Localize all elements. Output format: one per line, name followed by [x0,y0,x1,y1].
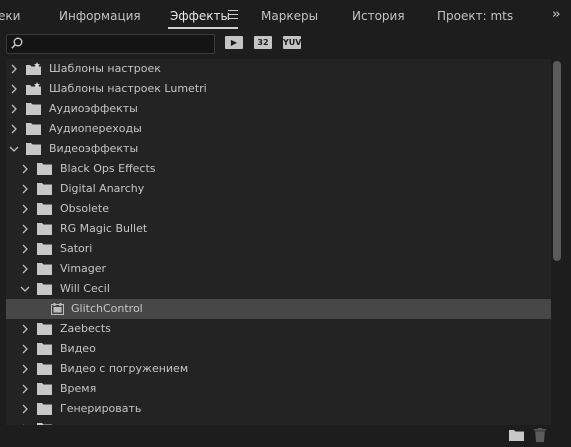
chevron-right-icon[interactable] [9,79,21,99]
tab-libraries-truncated[interactable]: еки [0,9,20,23]
tree-row-label: Zaebects [60,322,111,335]
panel-menu-icon[interactable] [228,10,238,20]
tree-row-will-cecil[interactable]: Will Cecil [6,279,551,299]
folder-icon [37,282,52,295]
tree-row-zaebects[interactable]: Zaebects [6,319,551,339]
yuv-label: YUV [283,38,302,47]
folder-icon [37,242,52,255]
preset-bin-icon [26,62,41,75]
folder-icon [37,262,52,275]
folder-icon [26,142,41,155]
tree-row-label: Шаблоны настроек Lumetri [49,82,207,95]
tree-row-label: Аудиоэффекты [49,102,138,115]
folder-icon [37,382,52,395]
tree-row-label: Black Ops Effects [60,162,156,175]
chevron-right-icon[interactable] [20,259,32,279]
panel-footer [0,425,571,447]
tree-row-label: Obsolete [60,202,110,215]
tree-row-время[interactable]: Время [6,379,551,399]
folder-icon [37,202,52,215]
tree-row-label: Видео [60,342,96,355]
32-bit-icon[interactable]: 32 [254,36,272,49]
chevron-right-icon[interactable] [20,319,32,339]
search-field[interactable] [6,34,215,54]
tab-history[interactable]: История [352,9,405,23]
chevron-down-icon[interactable] [9,139,21,159]
tree-row-vimager[interactable]: Vimager [6,259,551,279]
folder-icon [37,162,52,175]
folder-icon [37,362,52,375]
active-tab-underline [168,27,238,29]
chevron-right-icon[interactable] [20,359,32,379]
tab-project[interactable]: Проект: mts [437,9,513,23]
tree-row-шаблоны-настроек-lumetri[interactable]: Шаблоны настроек Lumetri [6,79,551,99]
folder-icon [37,222,52,235]
effect-icon [51,302,66,315]
chevron-right-icon[interactable] [20,399,32,419]
folder-icon [37,322,52,335]
search-input[interactable] [25,35,210,53]
tree-row-label: Шаблоны настроек [49,62,161,75]
tab-info[interactable]: Информация [59,9,141,23]
chevron-right-icon[interactable] [9,59,21,79]
folder-icon [26,102,41,115]
tree-row-satori[interactable]: Satori [6,239,551,259]
folder-icon [37,182,52,195]
chevron-right-icon[interactable] [9,119,21,139]
tree-row-label: Генерировать [60,402,142,415]
chevron-right-icon[interactable] [20,219,32,239]
chevron-right-icon[interactable] [20,179,32,199]
tree-row-видео[interactable]: Видео [6,339,551,359]
new-bin-icon[interactable] [509,429,524,441]
tree-row-label: Время [60,382,97,395]
tab-markers[interactable]: Маркеры [261,9,318,23]
tree-row-label: Видеоэффекты [49,142,139,155]
tree-row-label: Vimager [60,262,107,275]
folder-icon [26,122,41,135]
chevron-right-icon[interactable] [9,99,21,119]
tree-row-label: Will Cecil [60,282,110,295]
effects-panel: еки Информация Эффекты Маркеры История П… [0,0,571,447]
tree-row-видеоэффекты[interactable]: Видеоэффекты [6,139,551,159]
tab-effects[interactable]: Эффекты [170,9,230,23]
tree-row-obsolete[interactable]: Obsolete [6,199,551,219]
yuv-icon[interactable]: YUV [283,36,301,49]
chevron-right-icon[interactable] [20,339,32,359]
tree-row-аудиопереходы[interactable]: Аудиопереходы [6,119,551,139]
tree-row-glitchcontrol[interactable]: GlitchControl [6,299,551,319]
folder-icon [37,342,52,355]
tree-row-rg-magic-bullet[interactable]: RG Magic Bullet [6,219,551,239]
tree-row-digital-anarchy[interactable]: Digital Anarchy [6,179,551,199]
tree-row-label: Аудиопереходы [49,122,142,135]
chevron-right-icon[interactable] [20,159,32,179]
chevron-right-icon[interactable] [20,239,32,259]
search-icon [11,37,23,49]
preset-bin-icon [26,82,41,95]
tree-row-label: RG Magic Bullet [60,222,148,235]
tree-row-label: Видео с погружением [60,362,189,375]
accelerated-effects-icon[interactable]: ▶ [225,36,243,49]
effects-tree: Шаблоны настроек Шаблоны настроек Lumetri… [6,59,551,425]
chevron-right-icon[interactable] [20,199,32,219]
tree-row-label: Digital Anarchy [60,182,145,195]
trash-icon[interactable] [534,428,546,442]
tree-row-black-ops-effects[interactable]: Black Ops Effects [6,159,551,179]
tree-row-шаблоны-настроек[interactable]: Шаблоны настроек [6,59,551,79]
scrollbar-thumb[interactable] [553,61,561,261]
tree-row-label: GlitchControl [71,302,143,315]
more-panels-icon[interactable]: ›› [552,7,561,22]
vertical-scrollbar[interactable] [552,59,563,425]
chevron-down-icon[interactable] [20,279,32,299]
folder-icon [37,402,52,415]
panel-tab-bar: еки Информация Эффекты Маркеры История П… [0,0,571,30]
tree-row-видео-с-погружением[interactable]: Видео с погружением [6,359,551,379]
tree-row-label: Satori [60,242,93,255]
accelerated-effects-label: ▶ [230,38,238,47]
tree-row-генерировать[interactable]: Генерировать [6,399,551,419]
chevron-right-icon[interactable] [20,379,32,399]
32-bit-label: 32 [257,38,269,47]
tree-row-аудиоэффекты[interactable]: Аудиоэффекты [6,99,551,119]
